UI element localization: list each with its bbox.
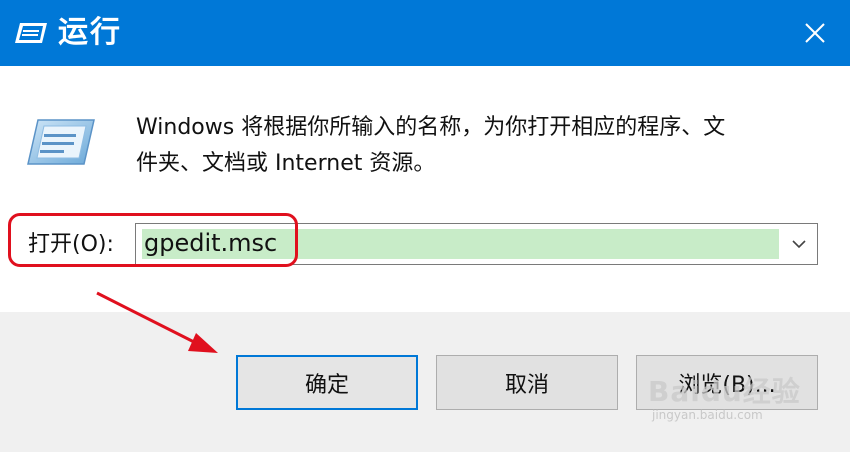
dropdown-button[interactable] — [781, 224, 817, 264]
run-dialog-icon — [27, 119, 95, 165]
close-icon — [805, 23, 825, 43]
annotation-highlight-box — [8, 213, 298, 267]
dialog-description: Windows 将根据你所输入的名称，为你打开相应的程序、文 件夹、文档或 In… — [136, 110, 836, 182]
window-title: 运行 — [58, 15, 122, 50]
watermark-url: jingyan.baidu.com — [652, 408, 763, 422]
cancel-button[interactable]: 取消 — [436, 355, 618, 410]
ok-button[interactable]: 确定 — [236, 355, 418, 410]
run-app-icon — [15, 23, 47, 43]
description-line-1: Windows 将根据你所输入的名称，为你打开相应的程序、文 — [136, 115, 726, 140]
title-bar: 运行 — [0, 0, 850, 66]
watermark-logo: Baidu经验 — [648, 375, 801, 408]
chevron-down-icon — [792, 240, 806, 249]
baidu-watermark: Baidu经验 jingyan.baidu.com — [648, 370, 801, 422]
close-button[interactable] — [780, 0, 850, 66]
description-line-2: 件夹、文档或 Internet 资源。 — [136, 151, 436, 176]
